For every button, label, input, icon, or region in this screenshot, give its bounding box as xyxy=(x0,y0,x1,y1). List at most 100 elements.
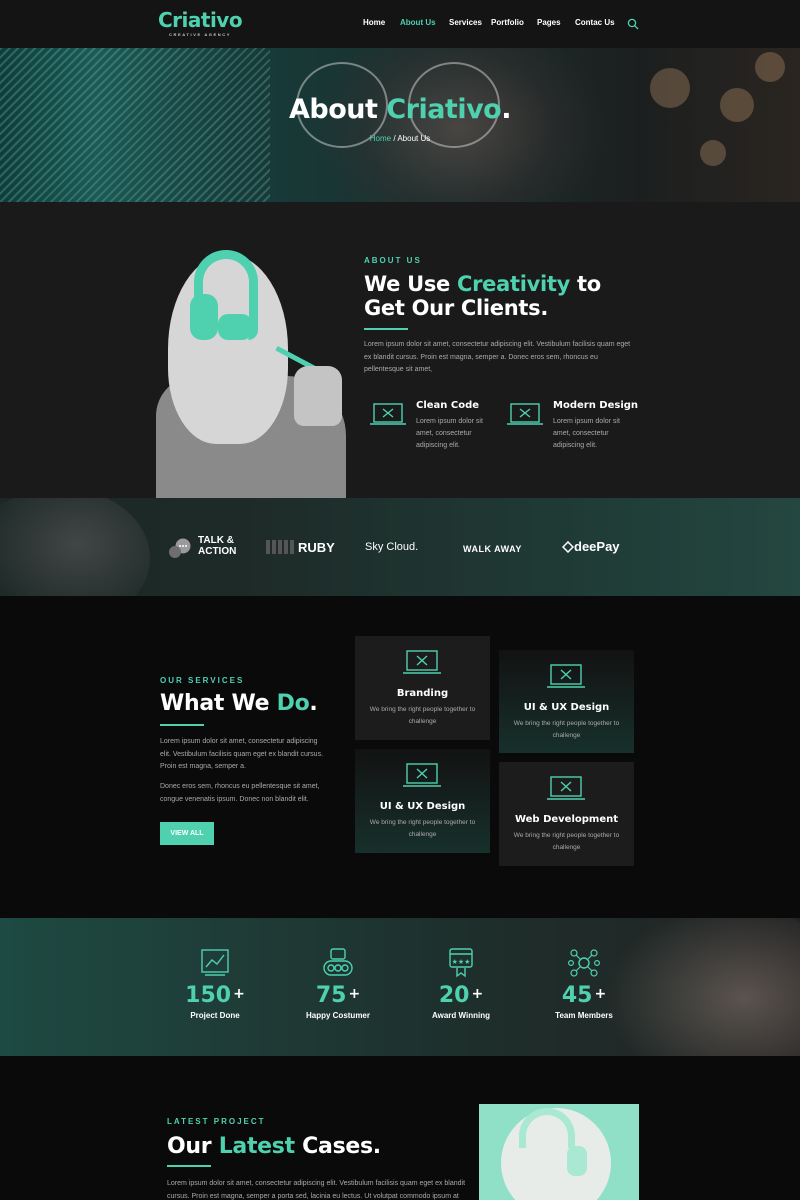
services-paragraph: Donec eros sem, rhoncus eu pellentesque … xyxy=(160,783,320,803)
stat-award-winning: ★★★ 20 + Award Winning xyxy=(411,948,511,1020)
chat-bubbles-icon xyxy=(169,538,191,558)
laptop-icon xyxy=(547,664,585,688)
services-paragraph: Lorem ipsum dolor sit amet, consectetur … xyxy=(160,738,324,770)
services-heading-text: What We xyxy=(160,691,277,716)
about-heading: We Use Creativity to Get Our Clients. xyxy=(364,272,644,320)
stat-label: Project Done xyxy=(190,1011,240,1020)
main-menu: Home About Us Services Portfolio Pages C… xyxy=(0,18,800,32)
stat-number: 75 + xyxy=(288,981,388,1009)
client-logo-text: deePay xyxy=(574,539,620,554)
nav-item-about-us[interactable]: About Us xyxy=(400,18,436,27)
svg-text:★★★: ★★★ xyxy=(452,958,471,966)
search-icon[interactable] xyxy=(627,18,639,30)
stat-value: 45 xyxy=(561,983,593,1008)
service-card-text: We bring the right people together to ch… xyxy=(369,706,476,725)
laptop-icon xyxy=(403,650,441,674)
award-icon: ★★★ xyxy=(449,948,473,978)
page-title-text: About xyxy=(289,94,387,125)
view-all-button[interactable]: VIEW ALL xyxy=(160,822,214,845)
latest-heading-accent: Latest xyxy=(218,1134,295,1159)
heading-underline xyxy=(167,1165,211,1167)
latest-heading: Our Latest Cases. xyxy=(167,1134,381,1159)
hero-background-lines xyxy=(0,48,270,202)
heading-underline xyxy=(364,328,408,330)
service-card-text: We bring the right people together to ch… xyxy=(513,832,620,851)
stat-label: Award Winning xyxy=(432,1011,490,1020)
services-section: OUR SERVICES What We Do. Lorem ipsum dol… xyxy=(0,596,800,918)
about-section: ABOUT US We Use Creativity to Get Our Cl… xyxy=(0,202,800,498)
feature-text: Lorem ipsum dolor sit amet, consectetur … xyxy=(553,418,620,449)
about-eyebrow: ABOUT US xyxy=(364,256,422,265)
about-girl-headphones-image xyxy=(156,246,350,498)
jar-shape xyxy=(294,366,342,426)
nav-item-contact-us[interactable]: Contac Us xyxy=(575,18,615,27)
stat-suffix: + xyxy=(233,986,245,1002)
service-card-title: UI & UX Design xyxy=(379,801,466,812)
client-logo-sky-cloud[interactable]: Sky Cloud. xyxy=(365,541,418,553)
nav-item-pages[interactable]: Pages xyxy=(537,18,561,27)
latest-paragraph: Lorem ipsum dolor sit amet, consectetur … xyxy=(167,1180,466,1200)
service-card-ui-ux-design-2[interactable]: UI & UX Design We bring the right people… xyxy=(355,749,490,853)
service-card-text: We bring the right people together to ch… xyxy=(369,819,476,838)
laptop-icon xyxy=(403,763,441,787)
nav-item-home[interactable]: Home xyxy=(363,18,385,27)
ruby-logo-mark xyxy=(266,540,296,554)
stat-label: Team Members xyxy=(555,1011,613,1020)
logo-tagline: CREATIVE AGENCY xyxy=(169,32,232,37)
deepay-logo-icon xyxy=(562,541,574,553)
client-logo-walk-away[interactable]: WALK AWAY xyxy=(463,544,522,554)
stat-value: 20 xyxy=(438,983,470,1008)
laptop-icon xyxy=(547,776,585,800)
page-hero xyxy=(0,48,800,202)
stat-label: Happy Costumer xyxy=(305,1011,370,1020)
stats-section: 150 + Project Done 75 + Happy Costumer ★★★… xyxy=(0,918,800,1056)
stat-number: 20 + xyxy=(411,981,511,1009)
page-title-dot: . xyxy=(501,94,511,125)
service-card-title: Branding xyxy=(396,688,449,699)
stat-value: 75 xyxy=(315,983,347,1008)
heading-underline xyxy=(160,724,204,726)
breadcrumb-home-link[interactable]: Home xyxy=(370,134,391,143)
headphones-earcup xyxy=(567,1146,587,1176)
services-eyebrow: OUR SERVICES xyxy=(160,676,245,685)
service-card-title: Web Development xyxy=(514,814,619,825)
latest-cases-section: LATEST PROJECT Our Latest Cases. Lorem i… xyxy=(0,1056,800,1200)
stat-suffix: + xyxy=(471,986,484,1002)
about-heading-text-end: to xyxy=(570,272,601,296)
latest-heading-end: Cases. xyxy=(294,1134,381,1159)
nav-item-portfolio[interactable]: Portfolio xyxy=(491,18,524,27)
service-card-title: UI & UX Design xyxy=(523,702,610,713)
face-mask-shape xyxy=(218,314,252,340)
stat-number: 150 + xyxy=(165,981,265,1009)
bokeh-light xyxy=(700,140,726,166)
latest-case-image[interactable] xyxy=(479,1104,639,1200)
about-heading-text: We Use xyxy=(364,272,457,296)
feature-title: Modern Design xyxy=(553,400,639,411)
bokeh-light xyxy=(755,52,785,82)
breadcrumb: Home / About Us xyxy=(0,134,800,143)
service-card-text: We bring the right people together to ch… xyxy=(513,720,620,739)
client-logo-text: ACTION xyxy=(198,546,237,557)
services-heading-accent: Do xyxy=(276,691,310,716)
client-logo-text: RUBY xyxy=(298,540,335,555)
stat-team-members: 45 + Team Members xyxy=(534,948,634,1020)
feature-text: Lorem ipsum dolor sit amet, consectetur … xyxy=(416,418,483,449)
service-card-web-development[interactable]: Web Development We bring the right peopl… xyxy=(499,762,634,866)
users-icon xyxy=(323,948,353,976)
nav-item-services[interactable]: Services xyxy=(449,18,482,27)
about-heading-accent: Creativity xyxy=(456,272,571,296)
team-network-icon xyxy=(568,949,600,977)
laptop-design-icon xyxy=(507,403,543,425)
about-paragraph: Lorem ipsum dolor sit amet, consectetur … xyxy=(364,341,631,373)
stat-happy-costumer: 75 + Happy Costumer xyxy=(288,948,388,1020)
clients-background-portrait xyxy=(0,498,150,596)
stat-value: 150 xyxy=(185,983,232,1008)
stat-project-done: 150 + Project Done xyxy=(165,948,265,1020)
page-title: About Criativo. xyxy=(0,94,800,125)
service-card-ui-ux-design[interactable]: UI & UX Design We bring the right people… xyxy=(499,650,634,753)
laptop-code-icon xyxy=(370,403,406,425)
breadcrumb-current: About Us xyxy=(397,134,431,143)
service-card-branding[interactable]: Branding We bring the right people toget… xyxy=(355,636,490,740)
stat-number: 45 + xyxy=(534,981,634,1009)
client-logos-strip: TALK & ACTION RUBY Sky Cloud. WALK AWAY … xyxy=(0,498,800,596)
